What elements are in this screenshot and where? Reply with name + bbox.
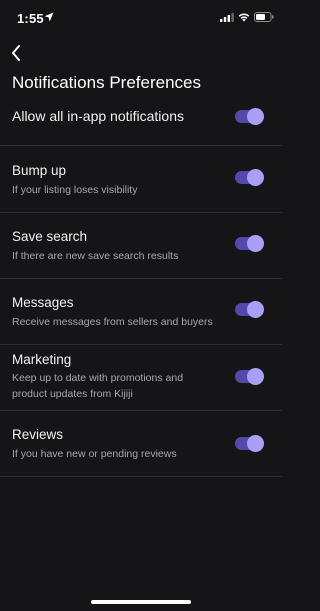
preference-description: If your listing loses visibility — [12, 184, 138, 196]
toggle-knob — [247, 108, 264, 125]
status-bar: 1:55 — [0, 0, 282, 36]
preference-row-messages: Messages Receive messages from sellers a… — [0, 278, 282, 345]
allow-all-row: Allow all in-app notifications — [0, 100, 282, 146]
preference-title: Bump up — [12, 163, 67, 178]
wifi-icon — [238, 13, 250, 22]
preference-title: Marketing — [12, 352, 72, 367]
save-search-toggle[interactable] — [235, 235, 264, 252]
preference-row-marketing: Marketing Keep up to date with promotion… — [0, 344, 282, 411]
preference-title: Reviews — [12, 427, 64, 442]
bump-up-toggle[interactable] — [235, 169, 264, 186]
preference-row-save-search: Save search If there are new save search… — [0, 212, 282, 279]
allow-all-toggle[interactable] — [235, 108, 264, 125]
back-button[interactable] — [6, 42, 28, 64]
preference-row-bump-up: Bump up If your listing loses visibility — [0, 146, 282, 213]
home-indicator — [91, 600, 191, 604]
toggle-knob — [247, 169, 264, 186]
preference-description: If there are new save search results — [12, 250, 179, 262]
preference-title: Messages — [12, 295, 74, 310]
preference-title: Save search — [12, 229, 88, 244]
reviews-toggle[interactable] — [235, 435, 264, 452]
location-arrow-icon — [44, 12, 54, 22]
preference-description: Keep up to date with promotions and prod… — [12, 372, 184, 400]
toggle-knob — [247, 435, 264, 452]
preference-row-reviews: Reviews If you have new or pending revie… — [0, 410, 282, 477]
messages-toggle[interactable] — [235, 301, 264, 318]
preference-description: Receive messages from sellers and buyers — [12, 316, 213, 328]
status-time: 1:55 — [17, 11, 44, 26]
toggle-knob — [247, 368, 264, 385]
battery-icon — [254, 12, 274, 22]
chevron-left-icon — [12, 45, 20, 61]
page-title: Notifications Preferences — [12, 73, 201, 92]
toggle-knob — [247, 301, 264, 318]
allow-all-label: Allow all in-app notifications — [12, 108, 184, 124]
preference-description: If you have new or pending reviews — [12, 448, 177, 460]
marketing-toggle[interactable] — [235, 368, 264, 385]
cellular-signal-icon — [220, 13, 234, 22]
toggle-knob — [247, 235, 264, 252]
